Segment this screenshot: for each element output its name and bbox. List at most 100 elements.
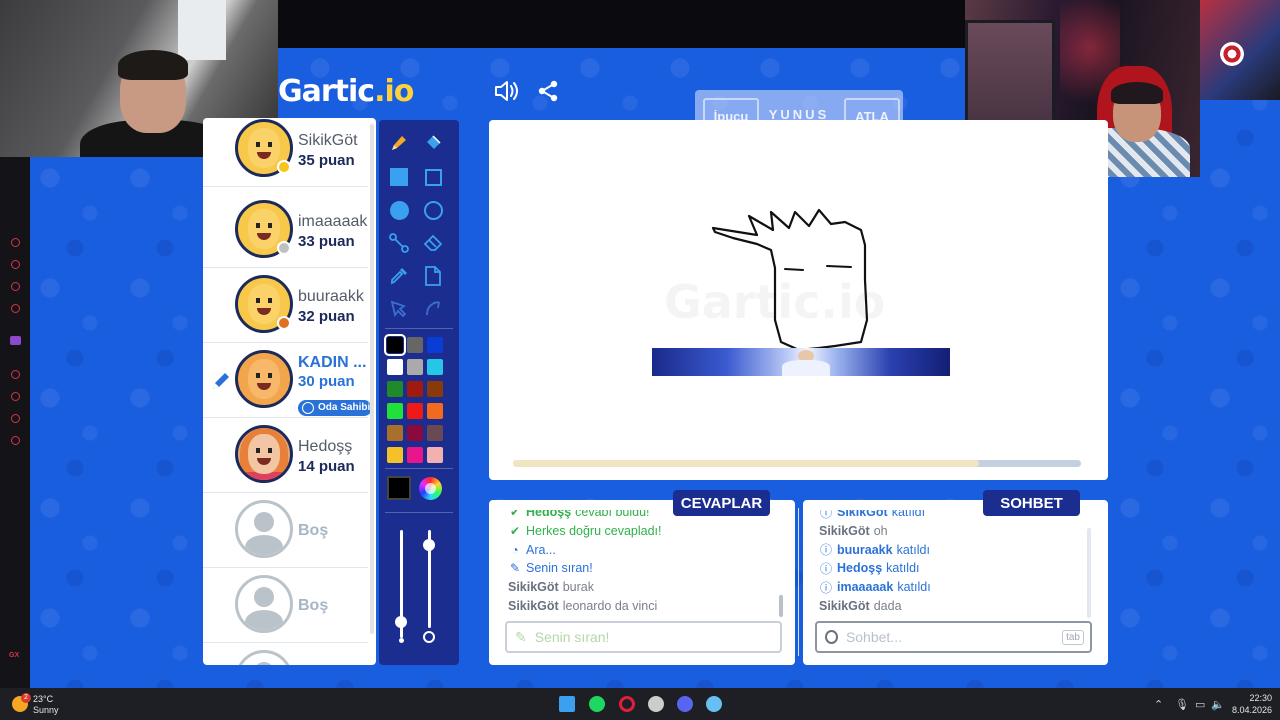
player-row[interactable]: SikikGöt 35 puan	[203, 118, 368, 187]
sidebar-icon-5[interactable]	[11, 370, 20, 379]
undo-icon[interactable]	[386, 296, 412, 322]
color-swatch[interactable]	[427, 403, 443, 419]
answer-message: SikikGöt burak	[508, 580, 594, 595]
notification-count: 2	[21, 693, 31, 703]
shirt-in-image	[782, 360, 830, 376]
outline-rect-icon[interactable]	[420, 164, 446, 190]
color-swatch[interactable]	[387, 403, 403, 419]
windows-start-icon[interactable]	[556, 693, 578, 715]
outline-circle-icon[interactable]	[420, 197, 446, 223]
system-clock[interactable]: 22:30 8.04.2026	[1226, 692, 1272, 716]
twitch-icon[interactable]	[10, 336, 21, 345]
color-swatch[interactable]	[387, 447, 403, 463]
info-icon: ⓘ	[819, 561, 832, 576]
color-swatch[interactable]	[407, 425, 423, 441]
steam-icon[interactable]	[703, 693, 725, 715]
brush-size-slider[interactable]	[395, 615, 407, 628]
eraser-icon[interactable]	[420, 230, 446, 256]
empty-slot[interactable]	[203, 643, 368, 665]
color-swatch[interactable]	[387, 425, 403, 441]
volume-icon[interactable]: 🔈	[1211, 698, 1225, 711]
pencil-icon: ✎	[515, 628, 527, 645]
player-score: 35 puan	[298, 152, 355, 169]
empty-avatar	[235, 575, 293, 633]
pencil-icon: ✎	[509, 561, 521, 576]
empty-slot[interactable]: Boş	[203, 568, 368, 643]
color-swatch[interactable]	[427, 359, 443, 375]
color-swatch[interactable]	[407, 359, 423, 375]
temperature: 23°C	[33, 694, 54, 704]
tab-chat[interactable]: SOHBET	[983, 490, 1080, 516]
fill-bucket-icon[interactable]	[420, 130, 446, 156]
color-swatch[interactable]	[427, 381, 443, 397]
color-swatch[interactable]	[407, 447, 423, 463]
sidebar-icon-2[interactable]	[11, 260, 20, 269]
chat-bubble-icon	[825, 630, 838, 644]
player-score: 33 puan	[298, 233, 355, 250]
sidebar-icon-6[interactable]	[11, 392, 20, 401]
color-swatch[interactable]	[427, 337, 443, 353]
color-swatch[interactable]	[407, 337, 423, 353]
pasted-image	[652, 348, 950, 376]
line-icon[interactable]	[386, 230, 412, 256]
chevron-up-icon[interactable]: ⌃	[1154, 698, 1163, 711]
player-list-scrollbar[interactable]	[370, 124, 374, 634]
filled-circle-icon[interactable]	[386, 197, 412, 223]
drawing-strokes	[711, 208, 869, 352]
speaker-icon[interactable]	[494, 80, 520, 107]
color-swatch[interactable]	[387, 359, 403, 375]
webcam-poster	[1200, 0, 1280, 100]
player-score: 30 puan	[298, 373, 355, 390]
color-swatch[interactable]	[384, 334, 406, 356]
answer-message: ✔ Herkes doğru cevapladı!	[509, 524, 662, 539]
sidebar-icon-4[interactable]	[11, 304, 20, 313]
microphone-icon[interactable]: 🎙	[1175, 698, 1189, 711]
answer-input[interactable]	[534, 629, 780, 645]
discord-icon[interactable]	[674, 693, 696, 715]
avatar	[235, 350, 293, 408]
color-swatch[interactable]	[387, 381, 403, 397]
small-brush-dot	[399, 638, 404, 643]
opera-gx-icon[interactable]	[616, 693, 638, 715]
app-icon[interactable]	[645, 693, 667, 715]
filled-rect-icon[interactable]	[386, 164, 412, 190]
answer-input-box[interactable]: ✎	[505, 621, 782, 653]
answers-scrollbar[interactable]	[779, 595, 783, 617]
share-icon[interactable]	[537, 80, 559, 107]
color-swatch[interactable]	[407, 403, 423, 419]
opacity-slider[interactable]	[423, 538, 435, 551]
answer-message: ✎ Senin sıran!	[509, 561, 593, 576]
redo-icon[interactable]	[420, 296, 446, 322]
player-row[interactable]: Hedoşş 14 puan	[203, 418, 368, 493]
color-swatch[interactable]	[407, 381, 423, 397]
blank-page-icon[interactable]	[420, 263, 446, 289]
settings-icon[interactable]	[11, 436, 20, 445]
spotify-icon[interactable]	[586, 693, 608, 715]
monitor-icon[interactable]: ▭	[1195, 698, 1205, 711]
gx-icon[interactable]: GX	[9, 652, 19, 659]
current-color[interactable]	[387, 476, 411, 500]
color-wheel-icon[interactable]	[419, 477, 442, 500]
player-name: SikikGöt	[298, 132, 358, 149]
player-status-dot	[277, 160, 291, 174]
sidebar-icon-7[interactable]	[11, 414, 20, 423]
player-name: Hedoşş	[298, 438, 353, 455]
chat-scrollbar[interactable]	[1087, 528, 1091, 618]
eyedropper-icon[interactable]	[386, 263, 412, 289]
pencil-icon[interactable]	[386, 130, 412, 156]
sidebar-icon-3[interactable]	[11, 282, 20, 291]
drawing-canvas[interactable]: Gartic.io	[489, 120, 1108, 480]
empty-avatar	[235, 500, 293, 558]
color-swatch[interactable]	[427, 425, 443, 441]
player-score: 32 puan	[298, 308, 355, 325]
sidebar-icon-1[interactable]	[11, 238, 20, 247]
color-swatch[interactable]	[427, 447, 443, 463]
chat-input-box[interactable]: tab	[815, 621, 1092, 653]
info-icon: ⓘ	[819, 580, 832, 595]
tab-answers[interactable]: CEVAPLAR	[673, 490, 770, 516]
empty-slot[interactable]: Boş	[203, 493, 368, 568]
chat-input[interactable]	[845, 629, 1090, 645]
check-icon: ✔	[509, 524, 521, 539]
player-row[interactable]: imaaaaak 33 puan	[203, 193, 368, 268]
player-row[interactable]: buuraakk 32 puan	[203, 268, 368, 343]
